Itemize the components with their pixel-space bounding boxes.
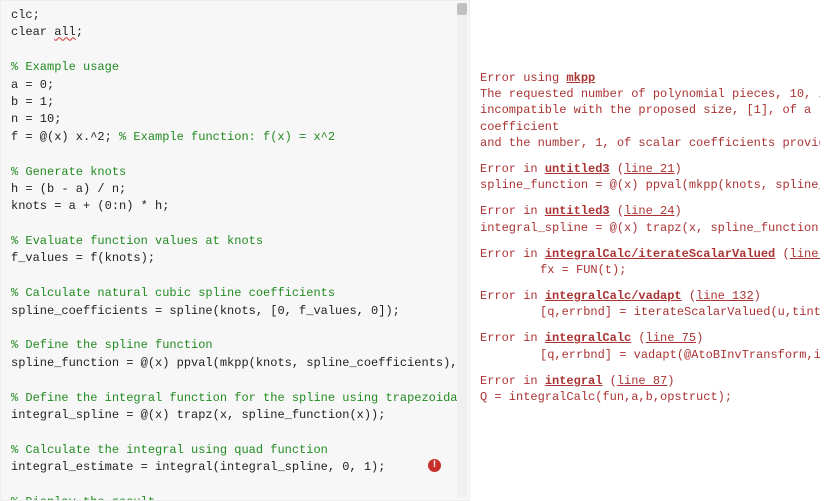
error-line-link[interactable]: line 87 (617, 374, 667, 388)
code-line[interactable]: b = 1; (11, 94, 461, 111)
code-line (11, 42, 461, 59)
error-line-link[interactable]: line 314 (790, 247, 820, 261)
code-comment[interactable]: % Calculate the integral using quad func… (11, 442, 461, 459)
code-line (11, 372, 461, 389)
error-block: Error in integralCalc/vadapt (line 132) … (480, 288, 820, 320)
error-link[interactable]: integralCalc/vadapt (545, 289, 682, 303)
code-line[interactable]: integral_spline = @(x) trapz(x, spline_f… (11, 407, 461, 424)
code-comment[interactable]: % Define the spline function (11, 337, 461, 354)
error-block: Error in untitled3 (line 21) spline_func… (480, 161, 820, 193)
code-line (11, 146, 461, 163)
code-line[interactable]: f = @(x) x.^2; % Example function: f(x) … (11, 129, 461, 146)
code-line (11, 477, 461, 494)
error-block: Error using mkpp The requested number of… (480, 70, 820, 151)
code-line[interactable]: f_values = f(knots); (11, 250, 461, 267)
code-comment[interactable]: % Example usage (11, 59, 461, 76)
code-line[interactable]: clear all; (11, 24, 461, 41)
code-line[interactable]: h = (b - a) / n; (11, 181, 461, 198)
error-block: Error in untitled3 (line 24) integral_sp… (480, 203, 820, 235)
code-line[interactable]: n = 10; (11, 111, 461, 128)
code-line[interactable]: clc; (11, 7, 461, 24)
error-block: Error in integralCalc (line 75) [q,errbn… (480, 330, 820, 362)
error-line-link[interactable]: line 75 (646, 331, 696, 345)
code-line (11, 320, 461, 337)
code-line (11, 268, 461, 285)
code-line (11, 424, 461, 441)
error-link[interactable]: integralCalc (545, 331, 631, 345)
code-comment[interactable]: % Display the result (11, 494, 461, 501)
error-line-link[interactable]: line 132 (696, 289, 754, 303)
command-window-pane[interactable]: Error using mkpp The requested number of… (470, 0, 824, 501)
code-line (11, 216, 461, 233)
error-link[interactable]: mkpp (566, 71, 595, 85)
warning-underline: all (54, 25, 76, 39)
code-comment[interactable]: % Define the integral function for the s… (11, 390, 461, 407)
editor-scrollbar[interactable] (457, 3, 467, 498)
code-comment[interactable]: % Evaluate function values at knots (11, 233, 461, 250)
code-comment[interactable]: % Calculate natural cubic spline coeffic… (11, 285, 461, 302)
error-link[interactable]: integralCalc/iterateScalarValued (545, 247, 775, 261)
error-block: Error in integralCalc/iterateScalarValue… (480, 246, 820, 278)
error-icon[interactable]: ! (428, 459, 441, 472)
error-link[interactable]: untitled3 (545, 204, 610, 218)
code-line[interactable]: integral_estimate = integral(integral_sp… (11, 459, 461, 476)
code-line[interactable]: spline_function = @(x) ppval(mkpp(knots,… (11, 355, 461, 372)
error-line-link[interactable]: line 21 (624, 162, 674, 176)
scrollbar-thumb[interactable] (457, 3, 467, 15)
error-link[interactable]: untitled3 (545, 162, 610, 176)
code-comment[interactable]: % Generate knots (11, 164, 461, 181)
code-editor-pane[interactable]: clc; clear all; % Example usage a = 0; b… (0, 0, 470, 501)
code-line[interactable]: spline_coefficients = spline(knots, [0, … (11, 303, 461, 320)
error-line-link[interactable]: line 24 (624, 204, 674, 218)
code-line[interactable]: a = 0; (11, 77, 461, 94)
code-line[interactable]: knots = a + (0:n) * h; (11, 198, 461, 215)
error-block: Error in integral (line 87) Q = integral… (480, 373, 820, 405)
error-link[interactable]: integral (545, 374, 603, 388)
